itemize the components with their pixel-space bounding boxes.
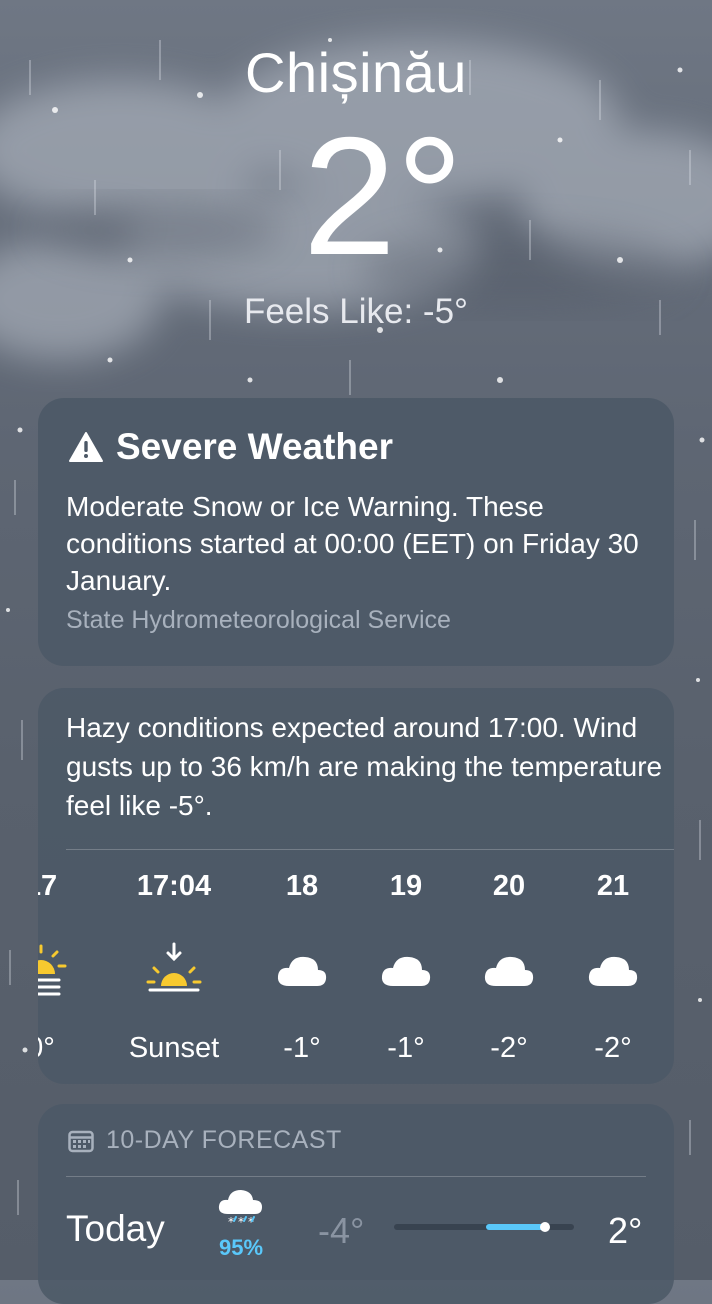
current-temperature-marker <box>540 1222 551 1232</box>
hour-temp: -2° <box>594 1032 632 1064</box>
severe-weather-card[interactable]: Severe Weather Moderate Snow or Ice Warn… <box>38 398 674 666</box>
forecast-title: 10-DAY FORECAST <box>106 1126 342 1154</box>
hour-temp: -1° <box>283 1032 321 1064</box>
forecast-low: -4° <box>318 1210 365 1251</box>
precipitation-chance: 95% <box>218 1235 264 1260</box>
hour-time: 19 <box>389 870 423 902</box>
hour-item[interactable]: 17 0° <box>38 866 96 1068</box>
alert-title: Severe Weather <box>68 426 393 468</box>
cloud-icon <box>588 956 638 986</box>
cloud-icon <box>484 956 534 986</box>
hour-item[interactable]: 19 -1° <box>351 866 461 1068</box>
current-temperature: 2° <box>0 112 712 280</box>
ten-day-forecast-card[interactable]: 10-DAY FORECAST Today * * * 95% -4° 2° <box>38 1104 674 1304</box>
sunset-icon <box>146 942 202 992</box>
city-name: Chișinău <box>245 41 467 104</box>
hour-item[interactable]: 18 -1° <box>247 866 357 1068</box>
forecast-high: 2° <box>608 1210 643 1251</box>
warning-triangle-icon <box>69 432 103 462</box>
alert-title-text: Severe Weather <box>116 426 393 467</box>
hour-time: 18 <box>285 870 319 902</box>
hour-temp: 0° <box>38 1032 55 1064</box>
hour-time: 21 <box>596 870 630 902</box>
cloud-icon <box>277 956 327 986</box>
current-conditions: Chișinău 2° Feels Like: -5° <box>0 0 712 360</box>
divider <box>66 849 674 850</box>
cloud-snow-icon: * * * <box>218 1190 262 1229</box>
alert-source[interactable]: State Hydrometeorological Service <box>66 606 451 635</box>
feels-like: Feels Like: -5° <box>243 292 469 331</box>
forecast-header: 10-DAY FORECAST <box>68 1126 342 1155</box>
hour-time: 17 <box>38 870 58 902</box>
hour-temp: Sunset <box>128 1032 220 1064</box>
forecast-day: Today <box>66 1208 165 1249</box>
temperature-range-bar <box>394 1222 574 1232</box>
temperature-range-fill <box>485 1224 546 1230</box>
temperature-value: 2° <box>302 102 464 290</box>
hourly-summary: Hazy conditions expected around 17:00. W… <box>66 712 663 821</box>
hour-temp: -2° <box>490 1032 528 1064</box>
svg-text:*: * <box>238 1215 244 1229</box>
cloud-icon <box>381 956 431 986</box>
hour-item[interactable]: 17:04 Sunset <box>119 866 229 1068</box>
hour-item[interactable]: 20 -2° <box>454 866 564 1068</box>
hour-item[interactable]: 21 -2° <box>558 866 668 1068</box>
divider <box>66 1176 646 1177</box>
hour-temp: -1° <box>387 1032 425 1064</box>
hourly-forecast-card[interactable]: Hazy conditions expected around 17:00. W… <box>38 688 674 1084</box>
haze-sun-icon <box>38 944 67 996</box>
hour-time: 17:04 <box>136 870 212 902</box>
svg-text:*: * <box>228 1215 234 1229</box>
calendar-icon <box>68 1130 94 1152</box>
hour-time: 20 <box>492 870 526 902</box>
alert-body: Moderate Snow or Ice Warning. These cond… <box>66 491 639 596</box>
